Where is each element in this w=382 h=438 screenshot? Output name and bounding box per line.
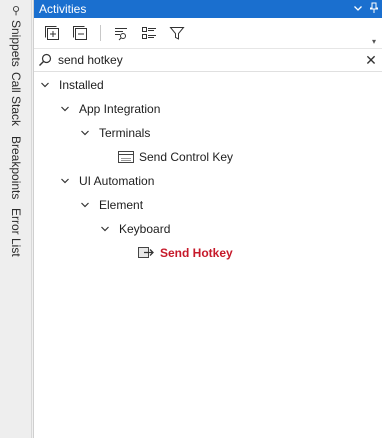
- tree-node-terminals[interactable]: Terminals: [79, 122, 150, 144]
- tree-node-element[interactable]: Element: [79, 194, 143, 216]
- toolbar-overflow-icon[interactable]: ▾: [372, 37, 376, 46]
- tree-node-label: Terminals: [99, 126, 151, 140]
- rail-tab-label: Call Stack: [9, 72, 23, 127]
- activities-panel: Activities ▾ ✕: [33, 0, 382, 438]
- tree-node-label: App Integration: [79, 102, 161, 116]
- search-icon: [38, 53, 52, 67]
- rail-tab-label: Snippets: [9, 20, 23, 67]
- chevron-down-icon[interactable]: [39, 79, 51, 91]
- clear-search-icon[interactable]: ✕: [360, 52, 382, 69]
- tree-node-label: Keyboard: [119, 222, 171, 236]
- panel-title: Activities: [39, 2, 87, 16]
- tree-node-label: Element: [99, 198, 144, 212]
- tree-node-label: UI Automation: [79, 174, 155, 188]
- filter-list-icon[interactable]: [109, 22, 133, 44]
- tree-node-label: Installed: [59, 78, 104, 92]
- side-tab-rail: ⚲ Snippets Call Stack Breakpoints Error …: [0, 0, 32, 438]
- expand-all-icon[interactable]: [40, 22, 64, 44]
- tree-node-installed[interactable]: Installed: [39, 74, 104, 96]
- panel-toolbar: ▾: [34, 18, 382, 49]
- tree-leaf-label: Send Control Key: [139, 150, 234, 164]
- pin-icon: ⚲: [9, 4, 22, 17]
- chevron-down-icon[interactable]: [350, 3, 366, 16]
- tree-leaf-label: Send Hotkey: [160, 246, 233, 260]
- rail-tab-label: Breakpoints: [9, 136, 23, 200]
- chevron-down-icon[interactable]: [79, 199, 91, 211]
- chevron-down-icon[interactable]: [59, 175, 71, 187]
- send-hotkey-icon: [138, 246, 155, 260]
- filter-icon[interactable]: [165, 22, 189, 44]
- view-options-icon[interactable]: [137, 22, 161, 44]
- tree-leaf-send-hotkey[interactable]: Send Hotkey: [138, 242, 233, 264]
- rail-tab-label: Error List: [9, 208, 23, 257]
- pin-icon[interactable]: [366, 2, 382, 17]
- rail-tab-call-stack[interactable]: Call Stack: [6, 72, 26, 126]
- chevron-down-icon[interactable]: [59, 103, 71, 115]
- panel-titlebar: Activities: [34, 0, 382, 18]
- tree-node-keyboard[interactable]: Keyboard: [99, 218, 170, 240]
- search-bar: ✕: [34, 49, 382, 72]
- rail-tab-snippets[interactable]: ⚲ Snippets: [6, 4, 26, 67]
- rail-tab-error-list[interactable]: Error List: [6, 208, 26, 257]
- chevron-down-icon[interactable]: [79, 127, 91, 139]
- chevron-down-icon[interactable]: [99, 223, 111, 235]
- rail-tab-breakpoints[interactable]: Breakpoints: [6, 136, 26, 199]
- collapse-all-icon[interactable]: [68, 22, 92, 44]
- terminal-window-icon: [118, 150, 134, 164]
- tree-leaf-send-control-key[interactable]: Send Control Key: [118, 146, 233, 168]
- tree-node-ui-automation[interactable]: UI Automation: [59, 170, 154, 192]
- toolbar-separator: [100, 25, 101, 41]
- search-input[interactable]: [52, 52, 360, 68]
- tree-node-app-integration[interactable]: App Integration: [59, 98, 160, 120]
